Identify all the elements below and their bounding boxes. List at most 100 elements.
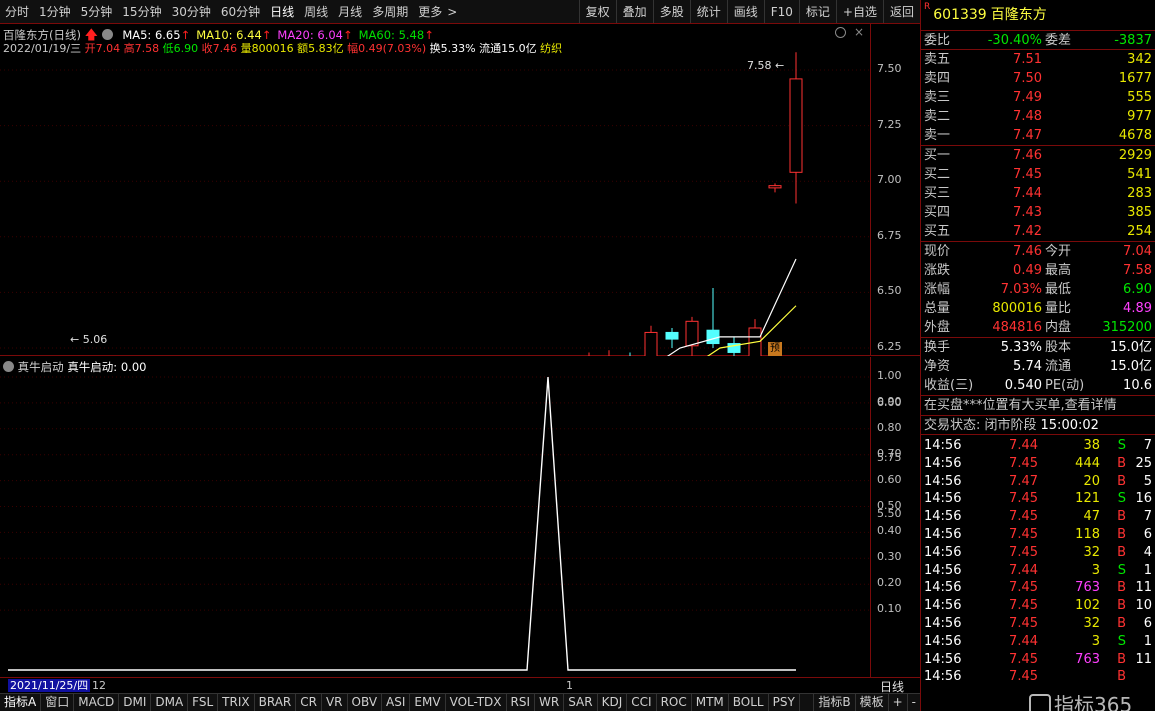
indicator-svg [0, 376, 870, 671]
period-tab-9[interactable]: 多周期 [367, 0, 413, 23]
indicator-tab-22[interactable]: PSY [769, 694, 800, 711]
period-tab-10[interactable]: 更多 [413, 0, 447, 23]
quote-label: 总量 [924, 301, 951, 316]
indicator-tab-13[interactable]: VOL-TDX [446, 694, 507, 711]
tick-price: 7.45 [1009, 455, 1038, 471]
tick-side: B [1117, 615, 1126, 631]
bid-volume: 254 [1127, 224, 1152, 239]
indicator-tab-21[interactable]: BOLL [729, 694, 769, 711]
quote-value: 315200 [1102, 320, 1152, 335]
quote-value: 484816 [992, 320, 1042, 335]
tick-volume: 3 [1091, 633, 1100, 649]
ask-price: 7.49 [1013, 90, 1042, 105]
indicator-tab-3[interactable]: DMI [119, 694, 152, 711]
period-tab-2[interactable]: 5分钟 [76, 0, 118, 23]
indicator-tab-11[interactable]: ASI [382, 694, 411, 711]
tick-count: 25 [1135, 455, 1152, 471]
indicator-tab-16[interactable]: SAR [564, 694, 598, 711]
period-tab-0[interactable]: 分时 [0, 0, 34, 23]
tick-side: S [1117, 633, 1126, 649]
quote-row: 换手 5.33% 股本 15.0亿 [921, 338, 1155, 357]
toolbar-button-2[interactable]: 多股 [652, 0, 690, 23]
status-label: 交易状态: 闭市阶段 [924, 418, 1037, 433]
stock-header[interactable]: R 601339 百隆东方 [921, 0, 1155, 30]
bid-row[interactable]: 买二 7.45 541 [921, 165, 1155, 184]
indicator-tab-12[interactable]: EMV [410, 694, 446, 711]
quote-label: 今开 [1045, 244, 1072, 259]
toolbar-button-8[interactable]: 返回 [882, 0, 920, 23]
quote-label: 涨幅 [924, 282, 951, 297]
period-tab-6[interactable]: 日线 [265, 0, 299, 23]
tick-row: 14:56 7.44 38 S 7 [921, 437, 1155, 455]
period-tab-8[interactable]: 月线 [333, 0, 367, 23]
indicator-tab-15[interactable]: WR [535, 694, 565, 711]
tick-time: 14:56 [924, 580, 962, 596]
toolbar-button-6[interactable]: 标记 [798, 0, 836, 23]
indicator-tab-5[interactable]: FSL [188, 694, 219, 711]
big-order-notice[interactable]: 在买盘***位置有大买单,查看详情 [921, 395, 1155, 415]
bottom-right-button-0[interactable]: 指标B [813, 694, 854, 711]
quote-value: 800016 [992, 301, 1042, 316]
price-tick-5: 6.25 [877, 340, 902, 353]
bid-row[interactable]: 买三 7.44 283 [921, 184, 1155, 203]
period-tab-4[interactable]: 30分钟 [167, 0, 216, 23]
tick-side: B [1117, 598, 1126, 614]
toolbar-button-5[interactable]: F10 [763, 0, 799, 23]
indicator-tab-19[interactable]: ROC [657, 694, 692, 711]
kline-chart[interactable]: 百隆东方(日线) 🡅 MA5: 6.65↑ MA10: 6.44↑ MA20: 6.… [0, 24, 870, 356]
tick-time: 14:56 [924, 633, 962, 649]
bottom-right-button-2[interactable]: + [887, 694, 907, 711]
indicator-tab-4[interactable]: DMA [151, 694, 189, 711]
indicator-tab-9[interactable]: VR [322, 694, 348, 711]
toolbar-button-1[interactable]: 叠加 [615, 0, 653, 23]
quote-row: 现价 7.46 今开 7.04 [921, 242, 1155, 261]
price-tick-0: 7.50 [877, 62, 902, 75]
stock-badge: R [924, 2, 931, 12]
quote-value: 10.6 [1123, 378, 1152, 393]
tick-time: 14:56 [924, 615, 962, 631]
indicator-tab-20[interactable]: MTM [692, 694, 729, 711]
tick-price: 7.45 [1009, 615, 1038, 631]
bid-row[interactable]: 买一 7.46 2929 [921, 146, 1155, 165]
month-label-1: 1 [566, 679, 573, 692]
toolbar-button-7[interactable]: +自选 [835, 0, 883, 23]
indicator-tab-18[interactable]: CCI [627, 694, 657, 711]
bid-row[interactable]: 买五 7.42 254 [921, 222, 1155, 241]
bid-label: 买一 [924, 148, 951, 163]
period-tab-1[interactable]: 1分钟 [34, 0, 76, 23]
indicator-tab-6[interactable]: TRIX [218, 694, 255, 711]
period-tab-7[interactable]: 周线 [299, 0, 333, 23]
period-tab-5[interactable]: 60分钟 [216, 0, 265, 23]
bottom-right-button-1[interactable]: 模板 [854, 694, 888, 711]
indicator-panel[interactable]: 真牛启动 真牛启动: 0.00 [0, 357, 870, 677]
indicator-tab-17[interactable]: KDJ [598, 694, 628, 711]
tick-list[interactable]: 14:56 7.44 38 S 7 14:56 7.45 444 B 25 14:56 7.47 20 B… [921, 434, 1155, 686]
toolbar-button-0[interactable]: 复权 [578, 0, 616, 23]
indicator-tab-10[interactable]: OBV [348, 694, 383, 711]
indicator-tab-0[interactable]: 指标A [0, 694, 42, 711]
indicator-tab-7[interactable]: BRAR [255, 694, 297, 711]
toolbar-button-4[interactable]: 画线 [726, 0, 764, 23]
more-chevron-icon[interactable]: > [447, 0, 462, 23]
indicator-tab-1[interactable]: 窗口 [41, 694, 75, 711]
ask-price: 7.50 [1013, 71, 1042, 86]
quote-value: 5.33% [1000, 340, 1042, 355]
quote-row: 外盘 484816 内盘 315200 [921, 318, 1155, 337]
bid-row[interactable]: 买四 7.43 385 [921, 203, 1155, 222]
ask-row[interactable]: 卖一 7.47 4678 [921, 126, 1155, 145]
tick-price: 7.45 [1009, 544, 1038, 560]
ask-row[interactable]: 卖二 7.48 977 [921, 107, 1155, 126]
ask-row[interactable]: 卖五 7.51 342 [921, 50, 1155, 69]
bid-price: 7.43 [1013, 205, 1042, 220]
toolbar-button-3[interactable]: 统计 [689, 0, 727, 23]
month-label-12: 12 [92, 679, 106, 692]
tick-row: 14:56 7.45 102 B 10 [921, 597, 1155, 615]
period-tab-3[interactable]: 15分钟 [117, 0, 166, 23]
bottom-right-button-3[interactable]: - [906, 694, 920, 711]
indicator-tab-14[interactable]: RSI [507, 694, 536, 711]
indicator-tab-2[interactable]: MACD [74, 694, 120, 711]
indicator-tab-8[interactable]: CR [296, 694, 322, 711]
ask-row[interactable]: 卖四 7.50 1677 [921, 69, 1155, 88]
indicator-tick-0: 1.00 [877, 369, 902, 382]
ask-row[interactable]: 卖三 7.49 555 [921, 88, 1155, 107]
